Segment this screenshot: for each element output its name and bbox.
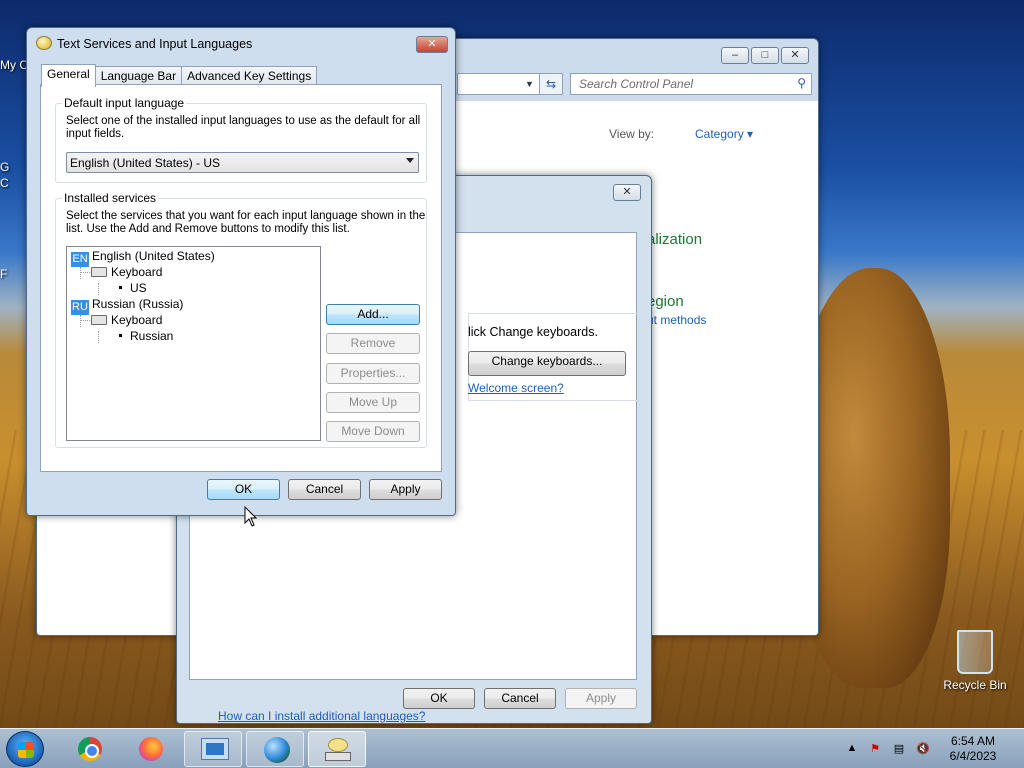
default-input-language-value: English (United States) - US [70, 156, 221, 170]
ok-button[interactable]: OK [207, 479, 280, 500]
globe-clock-icon [264, 737, 290, 763]
tree-line [80, 267, 81, 279]
text-services-close-button[interactable]: ✕ [416, 36, 448, 53]
chevron-down-icon [406, 158, 414, 163]
bullet-icon [119, 286, 122, 289]
language-name: Russian (Russia) [92, 297, 184, 311]
tab-advanced-key-settings[interactable]: Advanced Key Settings [181, 66, 318, 86]
network-icon[interactable]: ▤ [892, 742, 906, 756]
address-dropdown-icon[interactable]: ▼ [525, 79, 534, 89]
tree-line [80, 320, 90, 321]
start-button[interactable] [6, 731, 44, 767]
volume-muted-icon[interactable]: 🔇 [916, 742, 930, 756]
change-keyboards-hint: lick Change keyboards. [468, 325, 598, 339]
recycle-bin[interactable]: Recycle Bin [942, 630, 1008, 692]
move-up-button[interactable]: Move Up [326, 392, 420, 413]
bullet-icon [119, 334, 122, 337]
text-services-dialog: Text Services and Input Languages ✕ Gene… [26, 27, 456, 516]
tree-line [98, 331, 99, 343]
default-input-language-dropdown[interactable]: English (United States) - US [66, 152, 419, 173]
dialog-title: Text Services and Input Languages [57, 37, 253, 51]
close-button[interactable]: ✕ [781, 47, 809, 64]
installed-services-tree[interactable]: EN English (United States) Keyboard US RU… [66, 246, 321, 441]
show-hidden-icons-icon[interactable]: ▲ [845, 741, 859, 755]
add-button[interactable]: Add... [326, 304, 420, 325]
region-cancel-button[interactable]: Cancel [484, 688, 556, 709]
welcome-screen-link[interactable]: Welcome screen? [468, 381, 564, 395]
clock-time: 6:54 AM [950, 734, 996, 748]
keyboard-icon [91, 267, 107, 277]
view-by-value: Category [695, 127, 744, 141]
recycle-bin-label: Recycle Bin [943, 678, 1007, 692]
install-languages-link[interactable]: How can I install additional languages? [218, 709, 425, 723]
action-center-icon[interactable]: ⚑ [868, 742, 882, 756]
tree-item-keyboard-en[interactable]: Keyboard [91, 265, 162, 279]
region-close-button[interactable]: ✕ [613, 184, 641, 201]
category-name: Keyboard [111, 313, 163, 327]
taskbar-control-panel[interactable] [184, 731, 242, 767]
tree-line [98, 283, 99, 295]
refresh-icon[interactable]: ⇆ [539, 73, 563, 95]
tree-line [80, 272, 90, 273]
remove-button[interactable]: Remove [326, 333, 420, 354]
language-badge-icon: EN [71, 252, 89, 267]
text-services-caption-buttons: ✕ [416, 36, 448, 53]
cancel-button[interactable]: Cancel [288, 479, 361, 500]
windows-logo-icon [18, 742, 34, 758]
search-box[interactable]: Search Control Panel ⚲ [570, 73, 812, 95]
tab-language-bar[interactable]: Language Bar [94, 66, 183, 86]
default-input-language-group: Default input language Select one of the… [55, 96, 427, 183]
tree-item-layout-russian[interactable]: Russian [119, 329, 173, 343]
recycle-bin-icon [957, 630, 993, 674]
category-heading-region[interactable]: egion [647, 293, 684, 310]
text-services-icon [36, 36, 52, 50]
mouse-cursor-icon [244, 506, 258, 527]
taskbar: ▲ ⚑ ▤ 🔇 6:54 AM 6/4/2023 [0, 728, 1024, 768]
category-link-input-methods[interactable]: ut methods [647, 313, 706, 327]
view-by-label: View by: [609, 127, 655, 141]
region-ok-button[interactable]: OK [403, 688, 475, 709]
default-input-description: Select one of the installed input langua… [66, 115, 421, 140]
layout-name: US [130, 281, 147, 295]
view-by-dropdown[interactable]: Category ▾ [695, 127, 753, 141]
chrome-icon [78, 737, 102, 761]
text-services-icon [325, 738, 351, 762]
search-icon[interactable]: ⚲ [797, 76, 806, 90]
taskbar-firefox[interactable] [121, 731, 179, 767]
tab-general[interactable]: General [41, 64, 96, 87]
language-name: English (United States) [92, 249, 215, 263]
tree-item-keyboard-ru[interactable]: Keyboard [91, 313, 162, 327]
firefox-icon [139, 737, 163, 761]
control-panel-caption-buttons: – □ ✕ [721, 47, 809, 64]
category-name: Keyboard [111, 265, 163, 279]
category-heading-personalization[interactable]: alization [647, 231, 702, 248]
move-down-button[interactable]: Move Down [326, 421, 420, 442]
search-input[interactable]: Search Control Panel [579, 77, 693, 91]
minimize-button[interactable]: – [721, 47, 749, 64]
change-keyboards-button[interactable]: Change keyboards... [468, 351, 626, 376]
installed-services-label: Installed services [62, 191, 159, 205]
language-badge-icon: RU [71, 300, 89, 315]
properties-button[interactable]: Properties... [326, 363, 420, 384]
default-input-language-label: Default input language [62, 96, 187, 110]
maximize-button[interactable]: □ [751, 47, 779, 64]
layout-name: Russian [130, 329, 174, 343]
tree-item-layout-us[interactable]: US [119, 281, 147, 295]
installed-services-description: Select the services that you want for ea… [66, 210, 426, 235]
region-caption-buttons: ✕ [613, 184, 641, 201]
control-panel-icon [201, 738, 229, 760]
taskbar-region-language[interactable] [246, 731, 304, 767]
tree-line [80, 315, 81, 327]
keyboard-icon [91, 315, 107, 325]
taskbar-chrome[interactable] [60, 731, 118, 767]
region-apply-button[interactable]: Apply [565, 688, 637, 709]
apply-button[interactable]: Apply [369, 479, 442, 500]
general-tab-panel: Default input language Select one of the… [40, 84, 442, 472]
installed-services-group: Installed services Select the services t… [55, 191, 427, 448]
system-clock[interactable]: 6:54 AM 6/4/2023 [940, 734, 1006, 764]
clock-date: 6/4/2023 [949, 749, 997, 763]
taskbar-text-services[interactable] [308, 731, 366, 767]
